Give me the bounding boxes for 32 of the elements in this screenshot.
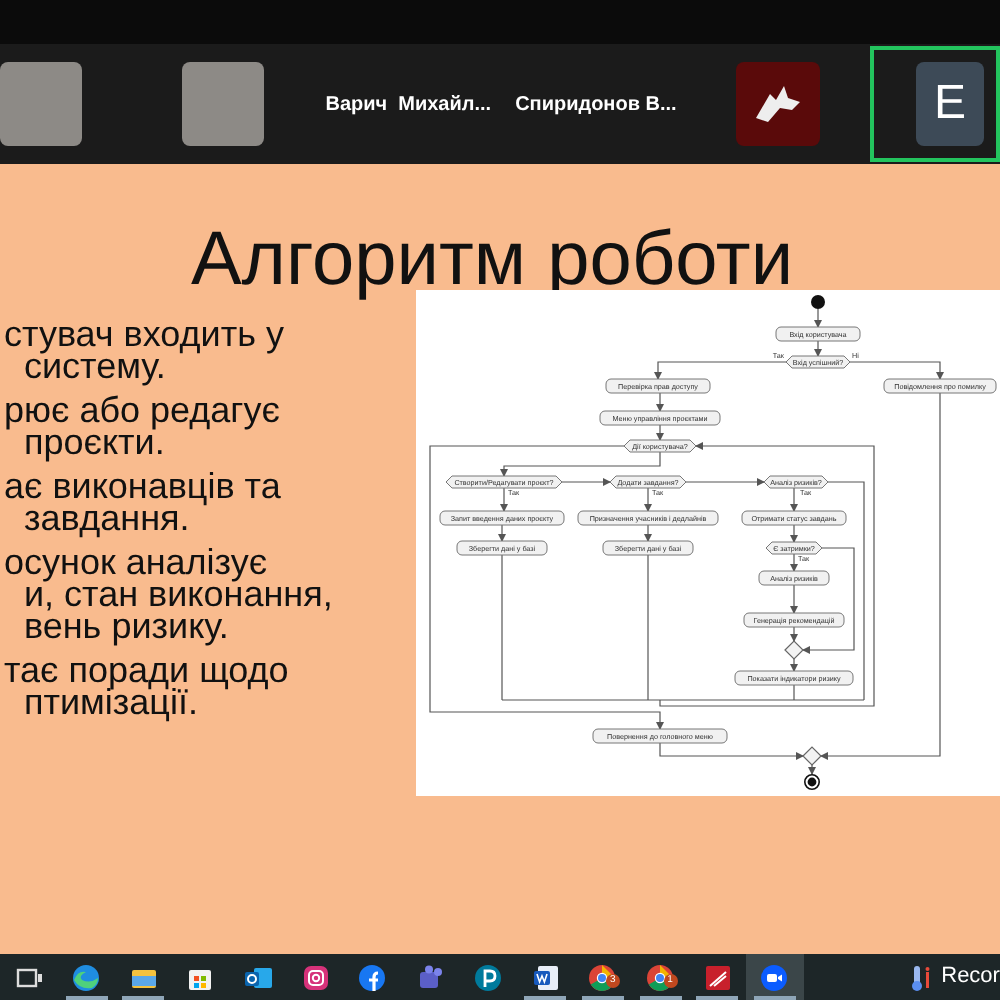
end-node — [804, 774, 820, 790]
photo-placeholder — [0, 62, 82, 146]
task-view-icon — [14, 963, 43, 991]
people-icon — [416, 963, 445, 991]
participant-name: Спиридонов В... — [515, 91, 677, 119]
flow-connector — [654, 361, 787, 380]
merge-diamond — [802, 746, 822, 766]
document-icon — [531, 963, 560, 991]
merge-diamond — [784, 640, 804, 660]
f-logo-icon — [358, 963, 387, 991]
camera-icon — [301, 963, 330, 991]
slide-title: Алгоритм роботи — [190, 220, 794, 300]
document-icon — [703, 963, 732, 991]
initial-avatar: E — [916, 62, 984, 146]
thermometer-icon — [909, 963, 934, 991]
browser-icon — [72, 963, 101, 991]
avatar-image — [736, 62, 821, 146]
taskbar-button[interactable] — [745, 954, 804, 1000]
start-node — [811, 295, 825, 309]
participant-name: Варич Михайл... — [325, 91, 492, 119]
bullet-text: рює або редагує проєкти. — [2, 394, 282, 458]
photo-placeholder — [181, 62, 264, 146]
bullet-text: стувач входить у систему. — [2, 318, 286, 382]
bullet-text: ає виконавців та завдання. — [2, 470, 283, 534]
p-logo-icon — [473, 963, 502, 991]
tray-label: Recor — [941, 962, 1000, 993]
video-camera-icon — [760, 963, 789, 991]
bullet-text: осунок аналізує и, стан виконання, вень ризику. — [2, 546, 335, 642]
flow-connector — [808, 764, 816, 775]
flow-connector — [849, 361, 944, 380]
bullet-text: тає поради щодо птимізації. — [2, 654, 291, 718]
mail-icon — [244, 963, 273, 991]
